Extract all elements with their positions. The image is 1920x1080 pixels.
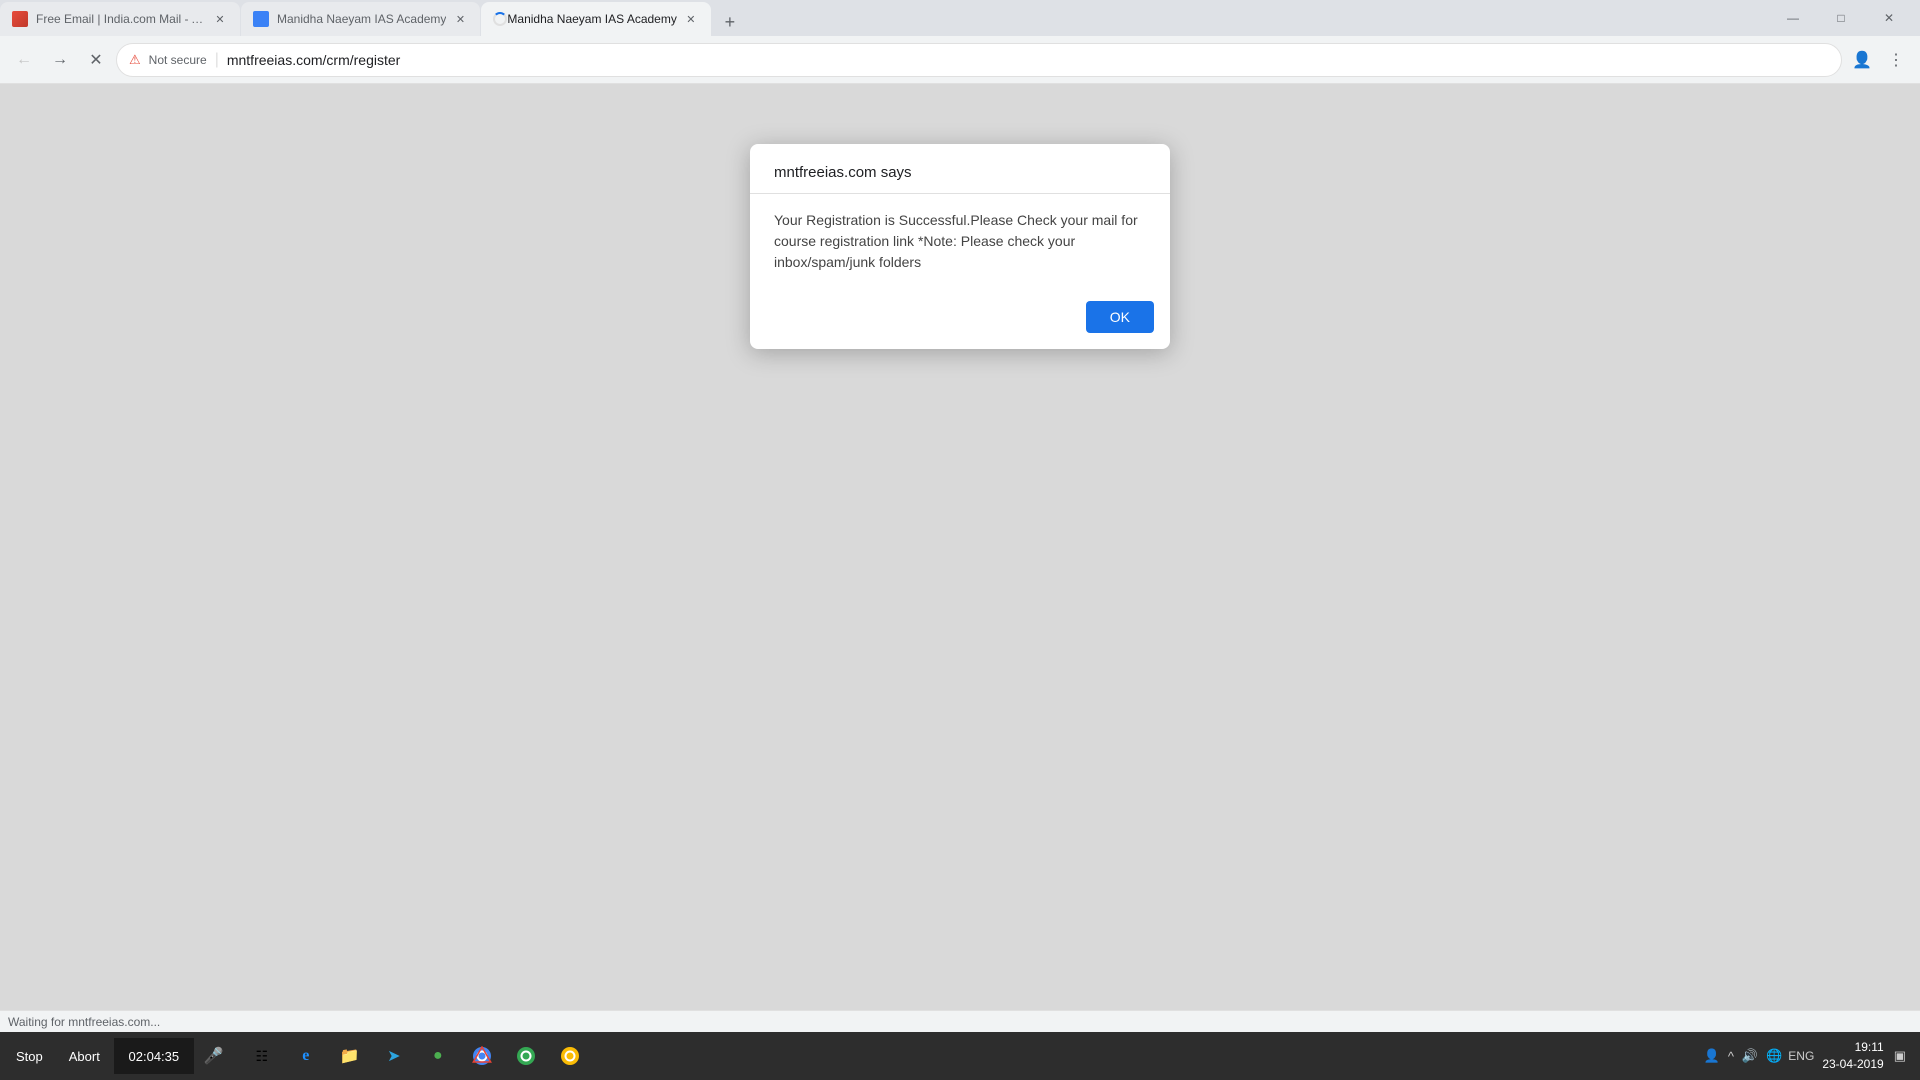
chevron-up-icon[interactable]: ^ — [1726, 1047, 1736, 1066]
notification-icon[interactable]: ▣ — [1892, 1046, 1908, 1066]
clock-display: 19:11 23-04-2019 — [1822, 1039, 1883, 1073]
dialog-actions: OK — [750, 293, 1170, 349]
volume-icon[interactable]: 🔊 — [1740, 1046, 1760, 1066]
tabs-container: Free Email | India.com Mail - An... ✕ Ma… — [0, 0, 1762, 36]
app5-icon[interactable]: ● — [418, 1036, 458, 1076]
address-separator: | — [215, 51, 219, 69]
page-content: mntfreeias.com says Your Registration is… — [0, 84, 1920, 1010]
telegram-icon[interactable]: ➤ — [374, 1036, 414, 1076]
tab-3-title: Manidha Naeyam IAS Academy — [507, 12, 676, 26]
status-text: Waiting for mntfreeias.com... — [8, 1015, 160, 1029]
tab-2-close[interactable]: ✕ — [452, 11, 468, 27]
chrome2-icon[interactable] — [506, 1036, 546, 1076]
tab-2-favicon — [253, 11, 269, 27]
forward-button[interactable]: → — [44, 44, 76, 76]
tab-2[interactable]: Manidha Naeyam IAS Academy ✕ — [241, 2, 480, 36]
accounts-button[interactable]: 👤 — [1846, 44, 1878, 76]
abort-button[interactable]: Abort — [57, 1038, 112, 1074]
taskbar: Stop Abort 02:04:35 🎤 ☷ e 📁 ➤ ● — [0, 1032, 1920, 1080]
dialog-box: mntfreeias.com says Your Registration is… — [750, 144, 1170, 349]
dialog-overlay: mntfreeias.com says Your Registration is… — [0, 84, 1920, 1010]
tab-3[interactable]: Manidha Naeyam IAS Academy ✕ — [481, 2, 710, 36]
url-display[interactable]: mntfreeias.com/crm/register — [227, 52, 1829, 68]
maximize-button[interactable]: □ — [1818, 2, 1864, 34]
status-bar: Waiting for mntfreeias.com... — [0, 1010, 1920, 1032]
network-icon[interactable]: 🌐 — [1764, 1046, 1784, 1066]
ie-icon[interactable]: e — [286, 1036, 326, 1076]
time-display: 19:11 — [1822, 1039, 1883, 1056]
dialog-message: Your Registration is Successful.Please C… — [750, 194, 1170, 293]
ok-button[interactable]: OK — [1086, 301, 1154, 333]
mic-icon[interactable]: 🎤 — [196, 1038, 232, 1074]
tab-1-close[interactable]: ✕ — [212, 11, 228, 27]
tab-3-close[interactable]: ✕ — [683, 11, 699, 27]
stop-button[interactable]: Stop — [4, 1038, 55, 1074]
close-button[interactable]: ✕ — [1866, 2, 1912, 34]
language-label: ENG — [1788, 1049, 1814, 1063]
file-explorer-icon[interactable]: 📁 — [330, 1036, 370, 1076]
title-bar-controls: — □ ✕ — [1762, 2, 1920, 34]
date-display: 23-04-2019 — [1822, 1056, 1883, 1073]
new-tab-button[interactable]: + — [716, 8, 744, 36]
address-bar[interactable]: ⚠ Not secure | mntfreeias.com/crm/regist… — [116, 43, 1842, 77]
taskview-button[interactable]: ☷ — [242, 1036, 282, 1076]
tab-2-title: Manidha Naeyam IAS Academy — [277, 12, 446, 26]
reload-button[interactable]: ✕ — [80, 44, 112, 76]
dialog-title: mntfreeias.com says — [750, 144, 1170, 194]
taskbar-apps: ☷ e 📁 ➤ ● — [242, 1036, 590, 1076]
chrome-icon[interactable] — [462, 1036, 502, 1076]
timer-display: 02:04:35 — [114, 1038, 194, 1074]
nav-bar: ← → ✕ ⚠ Not secure | mntfreeias.com/crm/… — [0, 36, 1920, 84]
person-icon[interactable]: 👤 — [1702, 1046, 1722, 1066]
tab-3-spinner — [493, 12, 507, 26]
more-button[interactable]: ⋮ — [1880, 44, 1912, 76]
browser-frame: Free Email | India.com Mail - An... ✕ Ma… — [0, 0, 1920, 1080]
nav-actions: 👤 ⋮ — [1846, 44, 1912, 76]
tab-1-title: Free Email | India.com Mail - An... — [36, 12, 206, 26]
back-button[interactable]: ← — [8, 44, 40, 76]
minimize-button[interactable]: — — [1770, 2, 1816, 34]
tab-1-favicon — [12, 11, 28, 27]
chrome3-icon[interactable] — [550, 1036, 590, 1076]
system-tray: 👤 ^ 🔊 🌐 ENG — [1702, 1046, 1815, 1066]
title-bar: Free Email | India.com Mail - An... ✕ Ma… — [0, 0, 1920, 36]
lock-icon: ⚠ — [129, 52, 141, 68]
not-secure-label: Not secure — [149, 53, 207, 67]
taskbar-right: 👤 ^ 🔊 🌐 ENG 19:11 23-04-2019 ▣ — [1702, 1039, 1916, 1073]
tab-1[interactable]: Free Email | India.com Mail - An... ✕ — [0, 2, 240, 36]
